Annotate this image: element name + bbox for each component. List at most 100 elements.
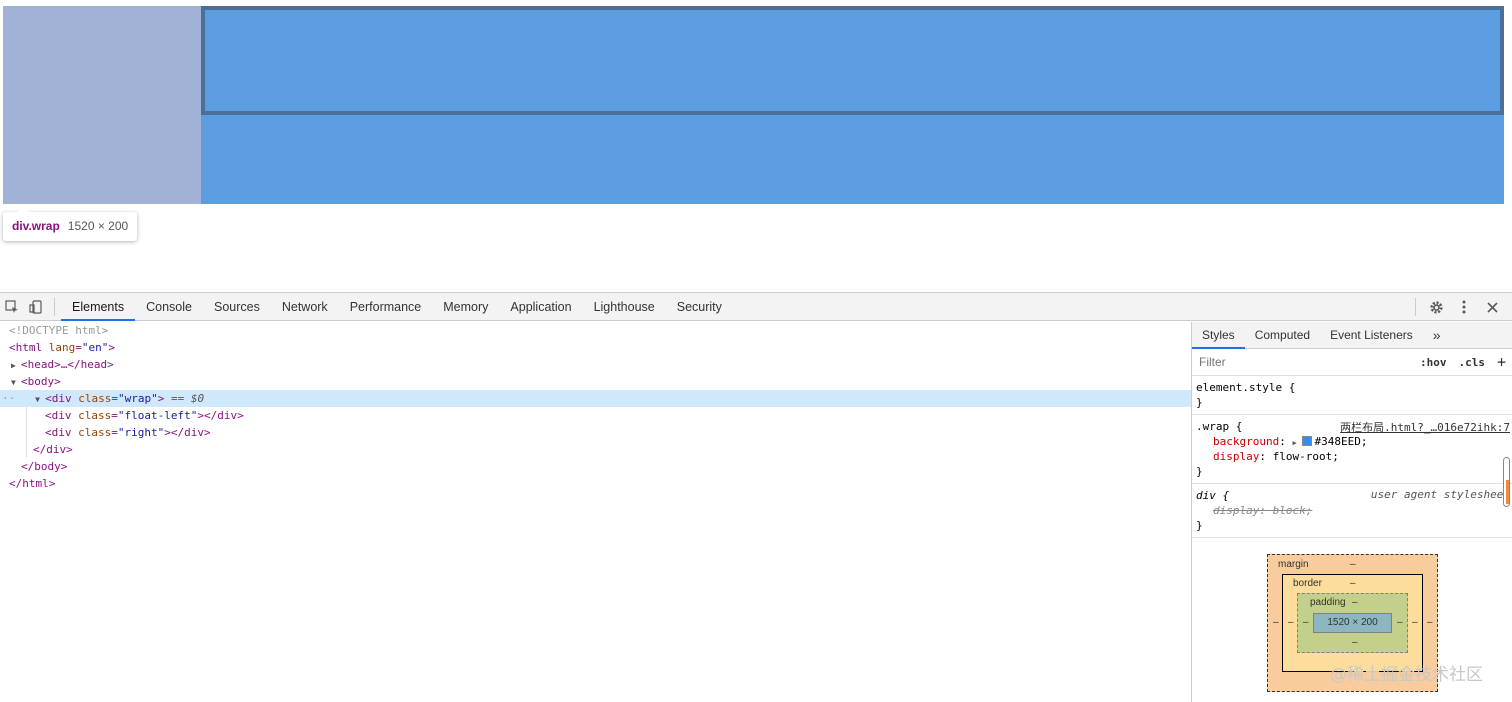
box-model-border: border – – – padding – – – – 1520 × 200 (1282, 574, 1423, 672)
sidebar-tabs: Styles Computed Event Listeners » (1192, 322, 1512, 349)
tab-elements[interactable]: Elements (61, 293, 136, 321)
border-left-value[interactable]: – (1288, 617, 1294, 628)
element-tooltip: div.wrap 1520 × 200 (3, 206, 138, 241)
padding-left-value[interactable]: – (1303, 617, 1309, 628)
elements-dom-tree: <!DOCTYPE html> <html lang="en"> ▶ <head>… (0, 322, 1191, 702)
devtools-panel: Elements Console Sources Network Perform… (0, 292, 1512, 702)
tooltip-tag: div.wrap (12, 219, 60, 233)
device-toggle-icon[interactable] (24, 293, 48, 321)
tab-application[interactable]: Application (499, 293, 582, 321)
div-open: <div (45, 409, 72, 422)
dom-line-div-close[interactable]: </div> (0, 441, 1191, 458)
inspect-element-icon[interactable] (0, 293, 24, 321)
float-left-class-value: "float-left" (117, 409, 198, 422)
collapse-triangle-icon[interactable]: ▼ (35, 391, 45, 408)
page-viewport: div.wrap 1520 × 200 (0, 0, 1512, 292)
div-class-attr: class (78, 392, 112, 405)
tab-computed[interactable]: Computed (1245, 322, 1320, 349)
sidebar-scrollbar[interactable] (1503, 457, 1510, 507)
devtools-toolbar: Elements Console Sources Network Perform… (0, 293, 1512, 321)
expand-triangle-icon[interactable]: ▶ (11, 357, 21, 374)
styles-filter-input[interactable] (1192, 355, 1414, 369)
dom-line-html-close[interactable]: </html> (0, 475, 1191, 492)
display-property: display (1213, 450, 1260, 463)
div-close: </div> (33, 443, 73, 456)
div-wrap-class-value: "wrap" (118, 392, 158, 405)
more-tabs-icon[interactable]: » (1423, 322, 1451, 349)
tab-event-listeners[interactable]: Event Listeners (1320, 322, 1423, 349)
element-style-rule: element.style { } (1192, 376, 1512, 415)
tab-memory[interactable]: Memory (432, 293, 499, 321)
display-declaration[interactable]: display: flow-root; (1196, 449, 1508, 464)
tooltip-dims: 1520 × 200 (67, 219, 129, 233)
close-icon[interactable] (1478, 293, 1506, 321)
background-value: #348EED (1314, 435, 1361, 448)
tab-console[interactable]: Console (135, 293, 203, 321)
hov-toggle[interactable]: :hov (1414, 356, 1453, 369)
margin-left-value[interactable]: – (1273, 617, 1279, 628)
padding-top-value[interactable]: – (1352, 597, 1358, 608)
dom-line-wrap-selected[interactable]: ·· ▼ <div class="wrap"> == $0 (0, 390, 1191, 407)
tab-network[interactable]: Network (271, 293, 339, 321)
box-model-content[interactable]: 1520 × 200 (1313, 613, 1392, 633)
collapse-triangle-icon[interactable]: ▼ (11, 374, 21, 391)
color-swatch[interactable] (1302, 436, 1313, 446)
toolbar-divider (54, 297, 55, 316)
margin-right-value[interactable]: – (1427, 617, 1433, 628)
div-class-attr: class (78, 426, 112, 439)
more-options-icon[interactable] (1450, 293, 1478, 321)
div-wrap-open: <div (45, 392, 72, 405)
dom-line-html[interactable]: <html lang="en"> (0, 339, 1191, 356)
element-style-selector[interactable]: element.style { (1196, 380, 1508, 395)
border-right-value[interactable]: – (1412, 617, 1418, 628)
ua-display-declaration: display: block; (1213, 504, 1313, 517)
right-class-value: "right" (117, 426, 165, 439)
watermark-text: @稀土掘金技术社区 (1330, 665, 1483, 685)
background-property: background (1213, 435, 1280, 448)
margin-label: margin (1278, 559, 1309, 570)
border-label: border (1293, 578, 1322, 589)
div-close: </div> (170, 426, 211, 439)
wrap-div (3, 6, 1504, 204)
dom-line-body[interactable]: ▼ <body> (0, 373, 1191, 390)
styles-sidebar: Styles Computed Event Listeners » :hov .… (1191, 322, 1512, 702)
html-lang-value: "en" (81, 341, 109, 354)
dom-line-right[interactable]: <div class="right"></div> (0, 424, 1191, 441)
html-open-tag: <html (9, 341, 43, 354)
cls-toggle[interactable]: .cls (1452, 356, 1491, 369)
new-rule-button[interactable]: + (1491, 353, 1512, 371)
close-brace: } (1196, 465, 1203, 478)
padding-right-value[interactable]: – (1397, 617, 1403, 628)
line-menu-dots[interactable]: ·· (2, 392, 15, 405)
div-open: <div (45, 426, 72, 439)
dom-line-float-left[interactable]: <div class="float-left"></div> (0, 407, 1191, 424)
html-lang-attr: lang (48, 341, 76, 354)
tab-styles[interactable]: Styles (1192, 322, 1245, 349)
background-declaration[interactable]: background: ▶ #348EED; (1196, 434, 1508, 449)
tab-performance[interactable]: Performance (339, 293, 433, 321)
stylesheet-source-link[interactable]: 两栏布局.html?_…016e72ihk:7 (1340, 419, 1510, 435)
user-agent-label: user agent stylesheet (1370, 488, 1510, 501)
padding-bottom-value[interactable]: – (1352, 637, 1358, 648)
dom-line-body-close[interactable]: </body> (0, 458, 1191, 475)
body-open-tag: <body> (21, 375, 61, 388)
ua-style-rule: user agent stylesheet div { display: blo… (1192, 484, 1512, 538)
tab-lighthouse[interactable]: Lighthouse (583, 293, 666, 321)
gear-icon[interactable] (1422, 293, 1450, 321)
selected-marker: == $0 (171, 392, 205, 405)
border-top-value[interactable]: – (1350, 578, 1356, 589)
margin-top-value[interactable]: – (1350, 559, 1356, 570)
right-div (201, 6, 1504, 115)
body-close-tag: </body> (21, 460, 68, 473)
tab-sources[interactable]: Sources (203, 293, 271, 321)
close-brace: } (1196, 396, 1203, 409)
div-class-attr: class (78, 409, 112, 422)
dom-line-doctype[interactable]: <!DOCTYPE html> (0, 322, 1191, 339)
tab-security[interactable]: Security (666, 293, 733, 321)
dom-line-head[interactable]: ▶ <head>…</head> (0, 356, 1191, 373)
toolbar-divider-right (1415, 298, 1416, 316)
display-value: flow-root (1272, 450, 1333, 463)
toolbar-right (1409, 293, 1506, 321)
box-model-padding: padding – – – – 1520 × 200 (1297, 593, 1408, 653)
close-brace: } (1196, 519, 1203, 532)
